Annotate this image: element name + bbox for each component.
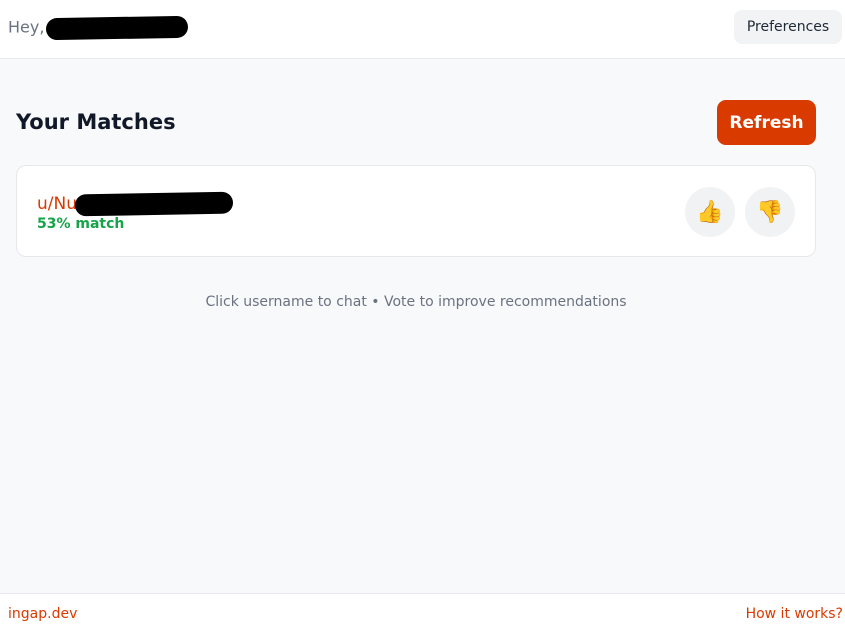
redacted-username — [46, 15, 189, 41]
hint-text: Click username to chat • Vote to improve… — [205, 294, 627, 310]
preferences-button[interactable]: Preferences — [734, 10, 842, 44]
brand-link[interactable]: ingap.dev — [8, 606, 77, 622]
redacted-username — [74, 191, 234, 217]
thumbs-down-button[interactable]: 👎 — [745, 187, 795, 237]
page-title: Your Matches — [16, 110, 176, 134]
top-bar: Hey, Preferences — [0, 0, 845, 59]
thumbs-up-icon: 👍 — [696, 199, 724, 224]
match-card: u/Nu 53% match 👍 👎 — [16, 165, 816, 257]
footer: ingap.dev How it works? — [0, 593, 845, 628]
how-it-works-link[interactable]: How it works? — [746, 606, 843, 622]
greeting-text: Hey, — [8, 17, 45, 37]
match-username-text: u/Nu — [37, 194, 77, 214]
refresh-button[interactable]: Refresh — [717, 100, 816, 145]
thumbs-down-icon: 👎 — [756, 199, 784, 224]
match-username-link[interactable]: u/Nu — [37, 191, 234, 217]
thumbs-up-button[interactable]: 👍 — [685, 187, 735, 237]
match-score: 53% match — [37, 216, 125, 232]
greeting: Hey, — [8, 15, 189, 41]
